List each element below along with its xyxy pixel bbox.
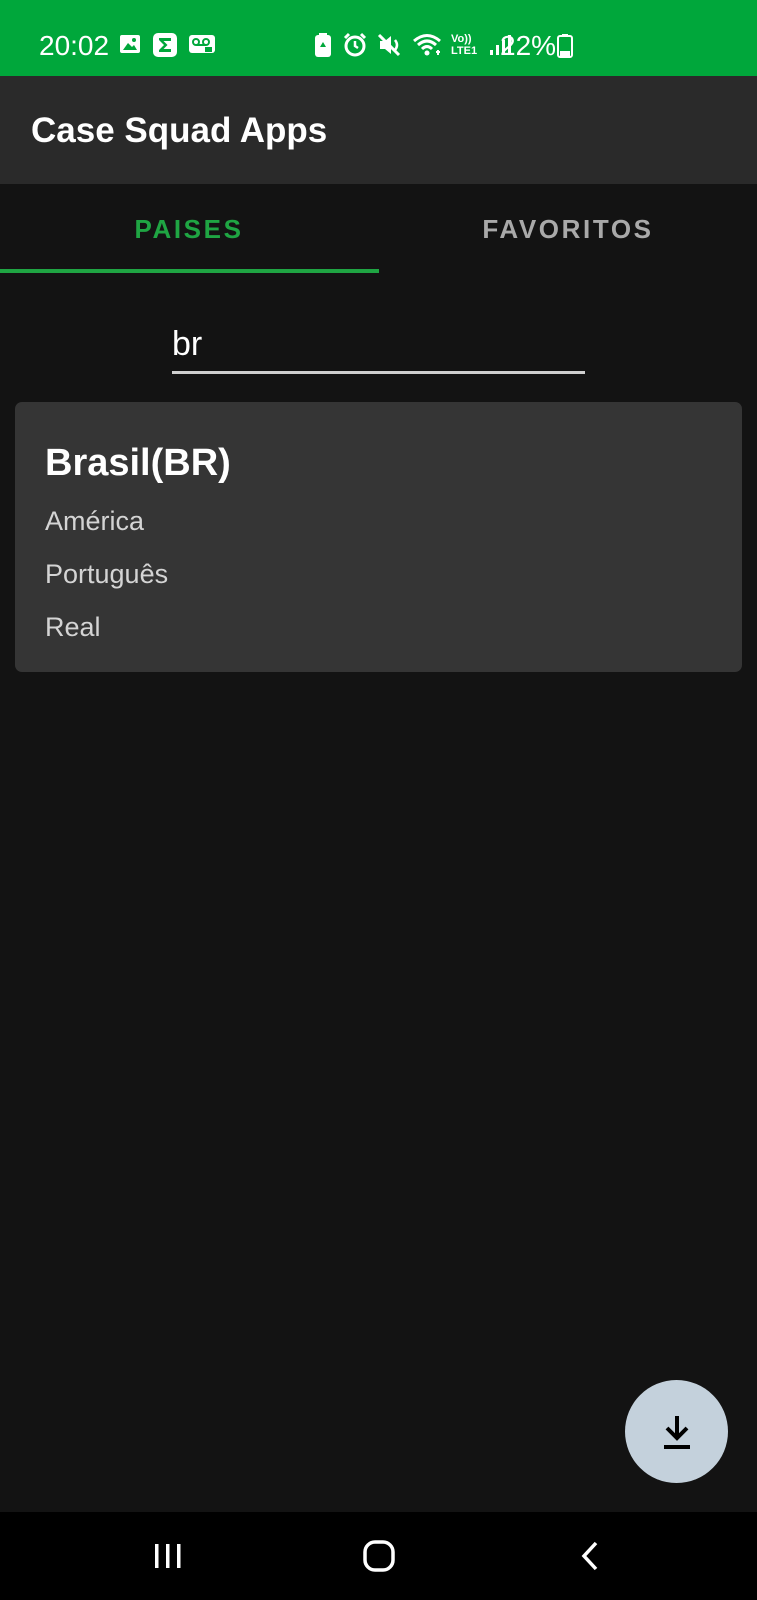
search-input[interactable] xyxy=(172,318,585,374)
app-screen: 20:02 Vo)) LTE1 22% Case Squad Apps PAIS… xyxy=(0,0,757,1600)
app-title: Case Squad Apps xyxy=(31,111,328,150)
battery-icon xyxy=(557,34,573,58)
system-nav-bar xyxy=(0,1512,757,1600)
gallery-icon xyxy=(120,35,140,53)
recents-icon xyxy=(155,1544,181,1568)
country-currency: Real xyxy=(45,612,101,642)
volte-icon: Vo)) LTE1 xyxy=(451,33,478,57)
tab-favoritos[interactable]: FAVORITOS xyxy=(379,184,757,274)
country-language: Português xyxy=(45,559,169,589)
sigma-app-icon xyxy=(153,33,177,57)
download-button[interactable] xyxy=(625,1380,728,1483)
recents-button[interactable] xyxy=(138,1532,198,1580)
tab-bar: PAISES FAVORITOS xyxy=(0,184,757,274)
battery-percent: 22% xyxy=(500,30,557,61)
app-bar: Case Squad Apps xyxy=(0,76,757,184)
country-region: América xyxy=(45,506,145,536)
wifi-icon xyxy=(413,34,441,56)
alarm-icon xyxy=(343,32,367,57)
home-icon xyxy=(363,1540,395,1572)
status-left-icons xyxy=(118,32,216,58)
back-button[interactable] xyxy=(561,1532,621,1580)
tab-paises[interactable]: PAISES xyxy=(0,184,378,274)
status-time: 20:02 xyxy=(39,30,110,61)
battery-saver-icon xyxy=(315,33,331,57)
voicemail-icon xyxy=(189,35,215,53)
back-icon xyxy=(581,1541,598,1571)
mute-icon xyxy=(377,33,401,57)
status-right-icons: Vo)) LTE1 xyxy=(313,32,512,58)
tab-selected-indicator xyxy=(0,269,379,273)
country-card[interactable]: Brasil(BR) América Português Real xyxy=(15,402,742,672)
home-button[interactable] xyxy=(349,1532,409,1580)
download-icon xyxy=(663,1415,690,1449)
status-bar: 20:02 Vo)) LTE1 22% xyxy=(0,0,757,76)
country-name: Brasil(BR) xyxy=(45,442,231,484)
